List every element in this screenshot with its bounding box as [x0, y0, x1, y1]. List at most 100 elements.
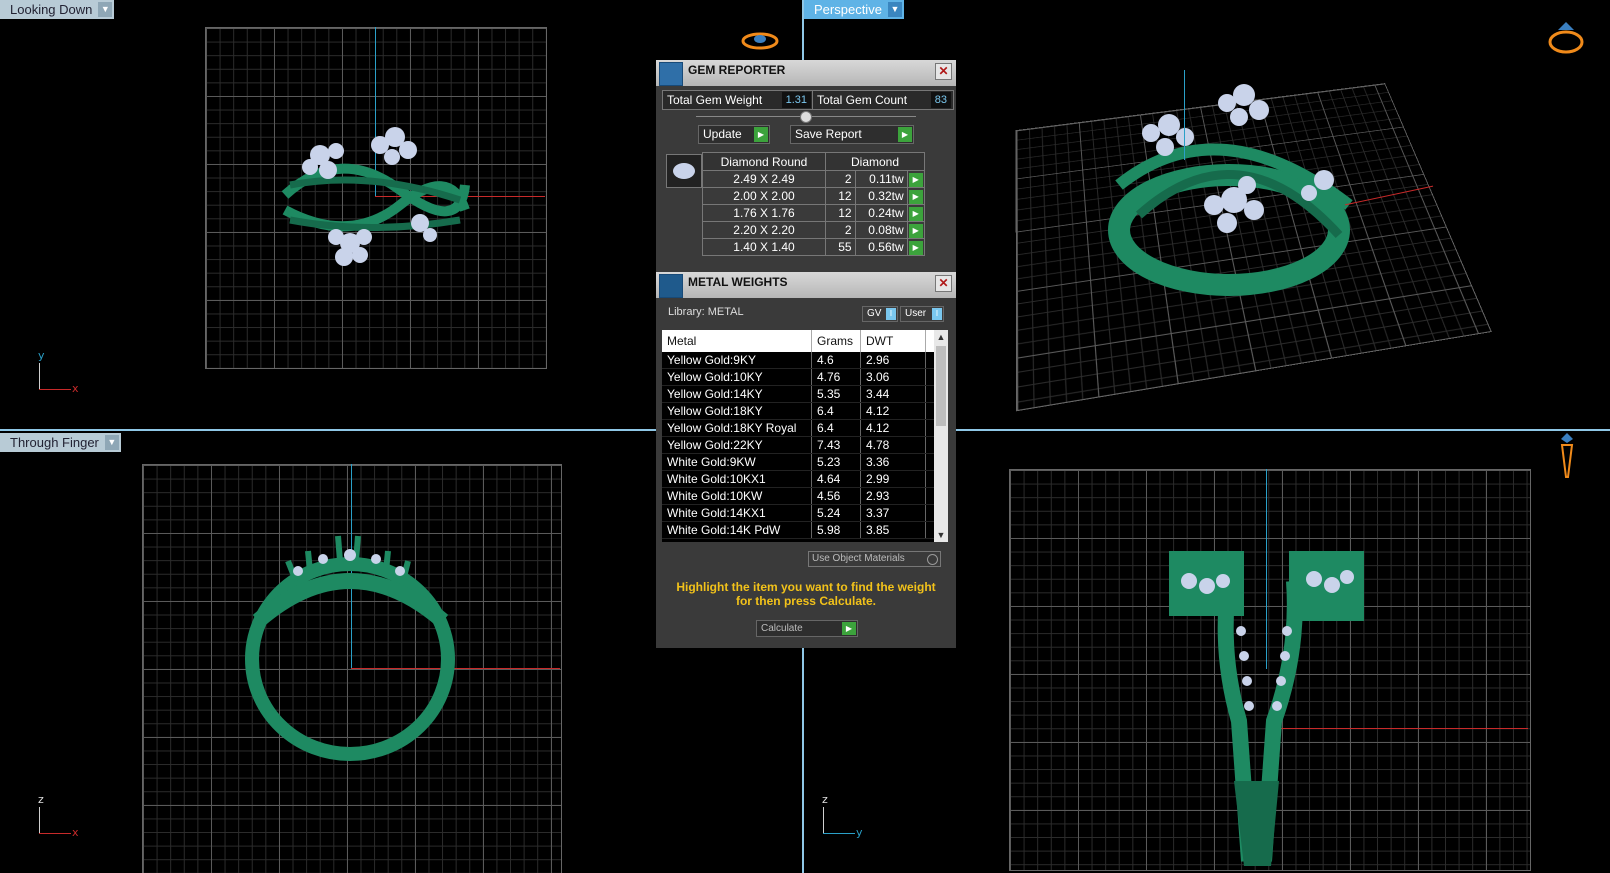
gem-row[interactable]: 2.00 X 2.00 12 0.32tw ▶	[703, 188, 925, 205]
gem-row[interactable]: 1.40 X 1.40 55 0.56tw ▶	[703, 239, 925, 256]
gem-row[interactable]: 1.76 X 1.76 12 0.24tw ▶	[703, 205, 925, 222]
gem-size: 2.49 X 2.49	[703, 171, 826, 188]
close-icon[interactable]: ✕	[935, 63, 952, 80]
metal-name: White Gold:14K PdW	[662, 522, 812, 539]
play-icon: ▶	[909, 241, 923, 255]
gem-row-action[interactable]: ▶	[907, 205, 924, 222]
metal-row[interactable]: White Gold:10KW 4.56 2.93	[662, 488, 941, 505]
gv-toggle[interactable]: GV I	[862, 306, 898, 322]
close-icon[interactable]: ✕	[935, 275, 952, 292]
metal-weights-titlebar[interactable]: METAL WEIGHTS ✕	[656, 272, 956, 298]
metal-dwt: 4.12	[861, 420, 926, 437]
use-object-materials-checkbox[interactable]: Use Object Materials	[808, 551, 941, 567]
gem-weight: 0.24tw	[855, 205, 907, 222]
gem-count: 12	[826, 205, 856, 222]
gem-count: 55	[826, 239, 856, 256]
gem-row-action[interactable]: ▶	[907, 239, 924, 256]
play-icon: ▶	[898, 127, 912, 142]
gem-weight: 0.56tw	[855, 239, 907, 256]
scroll-up-icon[interactable]: ▲	[934, 330, 948, 344]
gem-row[interactable]: 2.49 X 2.49 2 0.11tw ▶	[703, 171, 925, 188]
library-label: Library: METAL	[668, 306, 744, 318]
axis-label-z: z	[822, 793, 828, 806]
total-gem-weight-label: Total Gem Weight	[667, 93, 762, 107]
ring-model-perspective[interactable]	[1099, 65, 1359, 305]
gem-row-action[interactable]: ▶	[907, 188, 924, 205]
axis-gizmo: z x	[34, 799, 84, 839]
gem-row-action[interactable]: ▶	[907, 171, 924, 188]
gem-count: 2	[826, 222, 856, 239]
metal-name: White Gold:9KW	[662, 454, 812, 471]
metal-grams: 4.76	[812, 369, 861, 386]
scroll-down-icon[interactable]: ▼	[934, 528, 948, 542]
play-icon: ▶	[909, 190, 923, 204]
gem-col-material: Diamond	[826, 153, 925, 171]
use-object-materials-label: Use Object Materials	[812, 553, 905, 564]
metal-weights-title: METAL WEIGHTS	[688, 275, 788, 289]
calculate-button[interactable]: Calculate ▶	[756, 620, 858, 637]
update-button[interactable]: Update ▶	[698, 125, 770, 144]
metal-name: Yellow Gold:18KY Royal	[662, 420, 812, 437]
total-gem-count-field: Total Gem Count 83	[812, 90, 954, 110]
play-icon: ▶	[909, 207, 923, 221]
view-cube-icon[interactable]	[740, 30, 780, 52]
metal-row[interactable]: Yellow Gold:10KY 4.76 3.06	[662, 369, 941, 386]
ring-model-side[interactable]	[238, 531, 463, 766]
metal-row[interactable]: White Gold:9KW 5.23 3.36	[662, 454, 941, 471]
axis-label-y: y	[38, 349, 45, 362]
gem-weight: 0.11tw	[855, 171, 907, 188]
gem-reporter-titlebar[interactable]: GEM REPORTER ✕	[656, 60, 956, 86]
calculate-hint: Highlight the item you want to find the …	[676, 580, 936, 608]
save-report-label: Save Report	[795, 127, 862, 141]
total-gem-count-value: 83	[931, 92, 951, 108]
viewport-label-through-finger[interactable]: Through Finger ▼	[0, 433, 121, 452]
user-toggle[interactable]: User I	[900, 306, 944, 322]
metal-table-scrollbar[interactable]: ▲ ▼	[934, 330, 948, 542]
chevron-down-icon[interactable]: ▼	[888, 2, 902, 17]
gem-weight: 0.08tw	[855, 222, 907, 239]
gem-reporter-panel: GEM REPORTER ✕ Total Gem Weight 1.31 Tot…	[656, 60, 956, 272]
metal-name: Yellow Gold:10KY	[662, 369, 812, 386]
gem-row-action[interactable]: ▶	[907, 222, 924, 239]
gv-label: GV	[867, 308, 881, 319]
finger-view-icon[interactable]	[1552, 431, 1582, 483]
metal-table-container[interactable]: Metal Grams DWT Yellow Gold:9KY 4.6 2.96 Ye…	[662, 330, 948, 542]
axis-label-y: y	[856, 826, 863, 839]
metal-row[interactable]: Yellow Gold:14KY 5.35 3.44	[662, 386, 941, 403]
metal-grams: 7.43	[812, 437, 861, 454]
ring-model-top[interactable]	[280, 115, 470, 280]
chevron-down-icon[interactable]: ▼	[98, 2, 112, 17]
metal-col-dwt[interactable]: DWT	[861, 330, 926, 352]
gem-size: 1.76 X 1.76	[703, 205, 826, 222]
metal-grams: 5.98	[812, 522, 861, 539]
metal-grams: 5.35	[812, 386, 861, 403]
metal-grams: 6.4	[812, 403, 861, 420]
scroll-thumb[interactable]	[936, 346, 946, 426]
metal-col-metal[interactable]: Metal	[662, 330, 812, 352]
splitter-handle[interactable]	[696, 116, 916, 117]
metal-row[interactable]: White Gold:14K PdW 5.98 3.85	[662, 522, 941, 539]
metal-name: White Gold:14KX1	[662, 505, 812, 522]
metal-row[interactable]: Yellow Gold:22KY 7.43 4.78	[662, 437, 941, 454]
viewport-label-looking-down[interactable]: Looking Down ▼	[0, 0, 114, 19]
metal-row[interactable]: Yellow Gold:18KY 6.4 4.12	[662, 403, 941, 420]
metal-grams: 4.64	[812, 471, 861, 488]
metal-col-grams[interactable]: Grams	[812, 330, 861, 352]
chevron-down-icon[interactable]: ▼	[105, 435, 119, 450]
metal-weights-panel: METAL WEIGHTS ✕ Library: METAL GV I User…	[656, 272, 956, 648]
gem-row[interactable]: 2.20 X 2.20 2 0.08tw ▶	[703, 222, 925, 239]
metal-name: Yellow Gold:22KY	[662, 437, 812, 454]
save-report-button[interactable]: Save Report ▶	[790, 125, 914, 144]
metal-row[interactable]: Yellow Gold:9KY 4.6 2.96	[662, 352, 941, 369]
metal-row[interactable]: White Gold:10KX1 4.64 2.99	[662, 471, 941, 488]
viewport-label-perspective[interactable]: Perspective ▼	[804, 0, 904, 19]
ring-model-front[interactable]	[1149, 541, 1389, 871]
metal-row[interactable]: White Gold:14KX1 5.24 3.37	[662, 505, 941, 522]
ring-view-icon[interactable]	[1544, 18, 1588, 56]
viewport-label-text: Through Finger	[10, 435, 99, 450]
gem-table: Diamond Round Diamond 2.49 X 2.49 2 0.11tw…	[702, 152, 925, 256]
metal-row[interactable]: Yellow Gold:18KY Royal 6.4 4.12	[662, 420, 941, 437]
play-icon: ▶	[909, 224, 923, 238]
play-icon: ▶	[754, 127, 768, 142]
axis-gizmo: y x	[34, 355, 84, 395]
